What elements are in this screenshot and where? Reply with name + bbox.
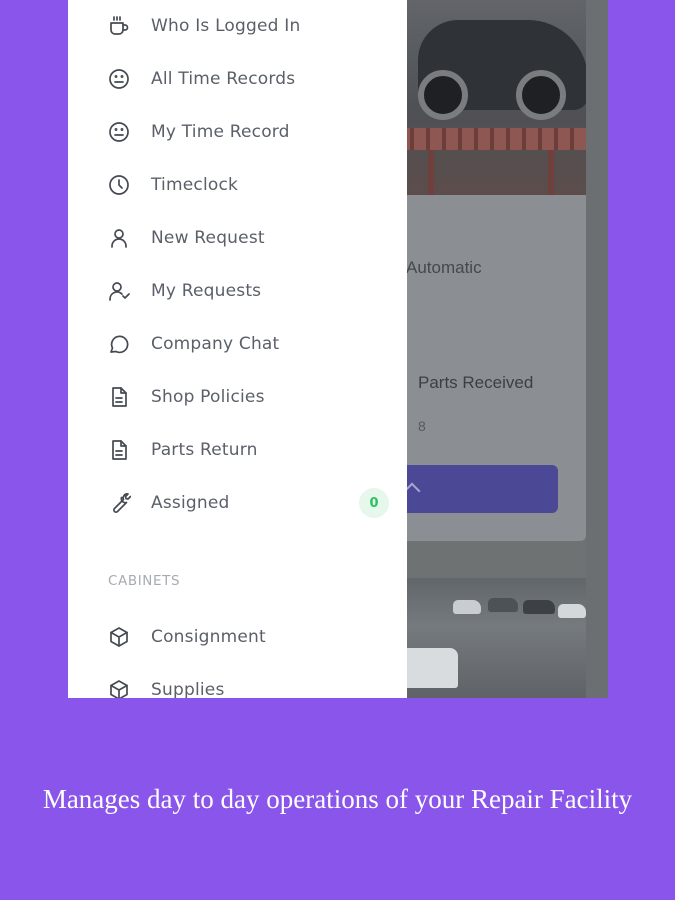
assigned-count-badge: 0 xyxy=(359,488,389,518)
document-icon xyxy=(106,437,132,463)
wrench-icon xyxy=(106,490,132,516)
menu-label: Supplies xyxy=(151,680,225,698)
document-icon xyxy=(106,384,132,410)
transmission-text: Automatic xyxy=(406,258,482,277)
menu-item-parts-return[interactable]: Parts Return xyxy=(106,430,366,470)
menu-label: New Request xyxy=(151,228,265,248)
box-icon xyxy=(106,677,132,698)
car-photo-top xyxy=(398,0,586,195)
parts-received-label: Parts Received xyxy=(418,373,534,392)
menu-item-timeclock[interactable]: Timeclock xyxy=(106,165,366,205)
menu-label: Company Chat xyxy=(151,334,280,354)
navigation-drawer: Who Is Logged In All Time Records My Tim… xyxy=(68,0,407,698)
menu-item-shop-policies[interactable]: Shop Policies xyxy=(106,377,366,417)
coffee-cup-icon xyxy=(106,13,132,39)
background-edge xyxy=(586,0,608,698)
menu-label: Consignment xyxy=(151,627,266,647)
menu-label: Assigned xyxy=(151,493,230,513)
menu-label: Shop Policies xyxy=(151,387,265,407)
menu-item-who-is-logged-in[interactable]: Who Is Logged In xyxy=(106,6,366,46)
menu-item-assigned[interactable]: Assigned 0 xyxy=(106,483,389,523)
user-check-icon xyxy=(106,278,132,304)
box-icon xyxy=(106,624,132,650)
car-photo-bottom xyxy=(398,578,586,698)
menu-label: My Requests xyxy=(151,281,262,301)
menu-label: All Time Records xyxy=(151,69,296,89)
vehicle-card: Automatic Parts Received 8 xyxy=(398,195,586,541)
menu-item-all-time-records[interactable]: All Time Records xyxy=(106,59,366,99)
face-neutral-icon xyxy=(106,119,132,145)
clock-icon xyxy=(106,172,132,198)
face-neutral-icon xyxy=(106,66,132,92)
parts-received-value: 8 xyxy=(418,418,426,434)
section-header-cabinets: CABINETS xyxy=(108,573,181,589)
menu-item-new-request[interactable]: New Request xyxy=(106,218,366,258)
menu-label: Parts Return xyxy=(151,440,258,460)
menu-label: Who Is Logged In xyxy=(151,16,301,36)
chat-bubble-icon xyxy=(106,331,132,357)
menu-label: Timeclock xyxy=(151,175,239,195)
expand-button[interactable] xyxy=(398,465,558,513)
menu-item-company-chat[interactable]: Company Chat xyxy=(106,324,366,364)
menu-item-my-requests[interactable]: My Requests xyxy=(106,271,366,311)
user-icon xyxy=(106,225,132,251)
menu-item-supplies[interactable]: Supplies xyxy=(106,670,366,698)
promo-caption: Manages day to day operations of your Re… xyxy=(42,784,633,814)
menu-label: My Time Record xyxy=(151,122,290,142)
menu-item-my-time-record[interactable]: My Time Record xyxy=(106,112,366,152)
menu-item-consignment[interactable]: Consignment xyxy=(106,617,366,657)
phone-screen: Automatic Parts Received 8 Who Is Logged… xyxy=(68,0,608,698)
